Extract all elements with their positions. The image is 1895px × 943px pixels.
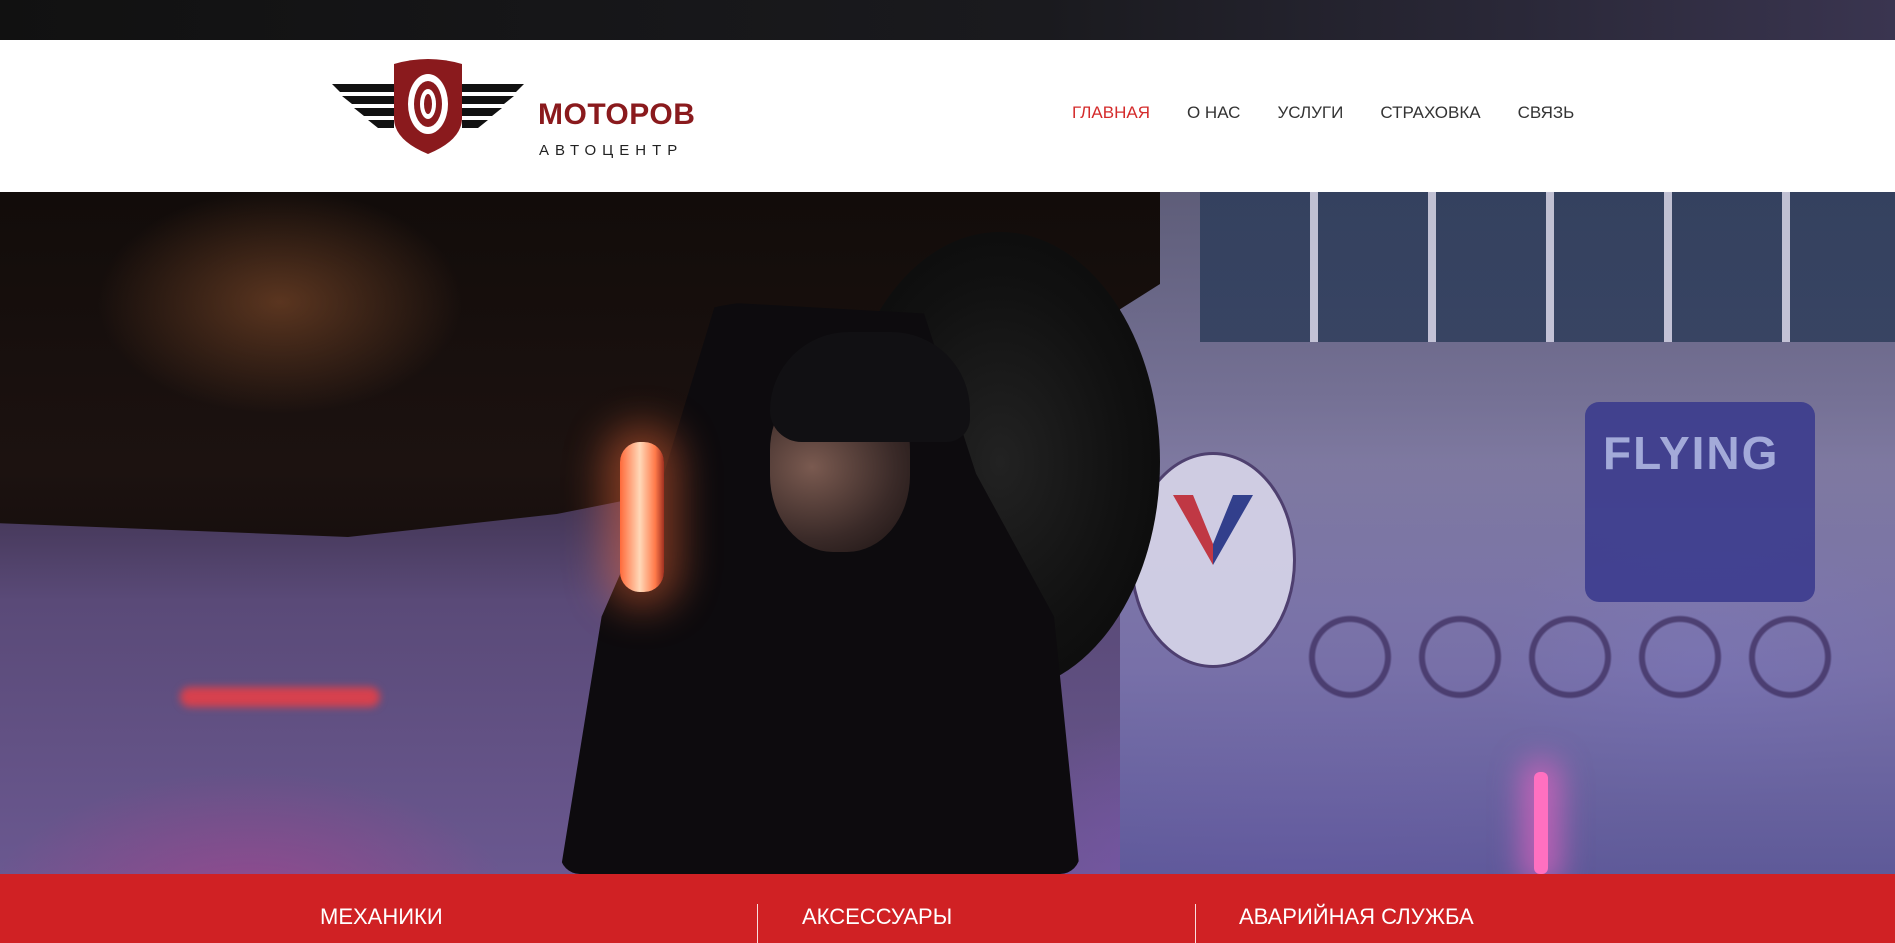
brand-subtitle: АВТОЦЕНТР xyxy=(539,142,684,159)
hero-garage-windows xyxy=(1200,192,1895,342)
hero-steering-wheels xyxy=(1300,602,1895,712)
hero-sign-text: FLYING xyxy=(1603,427,1780,479)
feature-mechanics[interactable]: МЕХАНИКИ xyxy=(320,904,443,930)
feature-accessories[interactable]: АКСЕССУАРЫ xyxy=(802,904,952,930)
main-nav: ГЛАВНАЯ О НАС УСЛУГИ СТРАХОВКА СВЯЗЬ xyxy=(1072,103,1611,123)
nav-item-about[interactable]: О НАС xyxy=(1187,103,1240,123)
feature-emergency-service[interactable]: АВАРИЙНАЯ СЛУЖБА xyxy=(1239,904,1474,930)
hero-flying-service-sign: FLYING xyxy=(1585,402,1815,602)
nav-item-home[interactable]: ГЛАВНАЯ xyxy=(1072,103,1150,123)
page: МОТОРОВ АВТОЦЕНТР ГЛАВНАЯ О НАС УСЛУГИ С… xyxy=(0,0,1895,943)
nav-item-contact[interactable]: СВЯЗЬ xyxy=(1518,103,1575,123)
features-bar: МЕХАНИКИ АКСЕССУАРЫ АВАРИЙНАЯ СЛУЖБА xyxy=(0,874,1895,943)
hero-work-lamp xyxy=(620,442,664,592)
site-header: МОТОРОВ АВТОЦЕНТР ГЛАВНАЯ О НАС УСЛУГИ С… xyxy=(0,40,1895,192)
hero-red-light xyxy=(180,687,380,707)
nav-item-insurance[interactable]: СТРАХОВКА xyxy=(1380,103,1480,123)
brand-name: МОТОРОВ xyxy=(538,98,696,131)
feature-divider xyxy=(757,904,758,943)
top-strip xyxy=(0,0,1895,40)
nav-item-services[interactable]: УСЛУГИ xyxy=(1277,103,1343,123)
hero-image: FLYING xyxy=(0,192,1895,874)
hero-mechanic-cap xyxy=(770,332,970,442)
feature-divider xyxy=(1195,904,1196,943)
hero-pink-light xyxy=(1534,772,1548,874)
logo-link[interactable]: МОТОРОВ АВТОЦЕНТР xyxy=(332,56,696,176)
logo-wings-tire-icon xyxy=(332,59,524,154)
